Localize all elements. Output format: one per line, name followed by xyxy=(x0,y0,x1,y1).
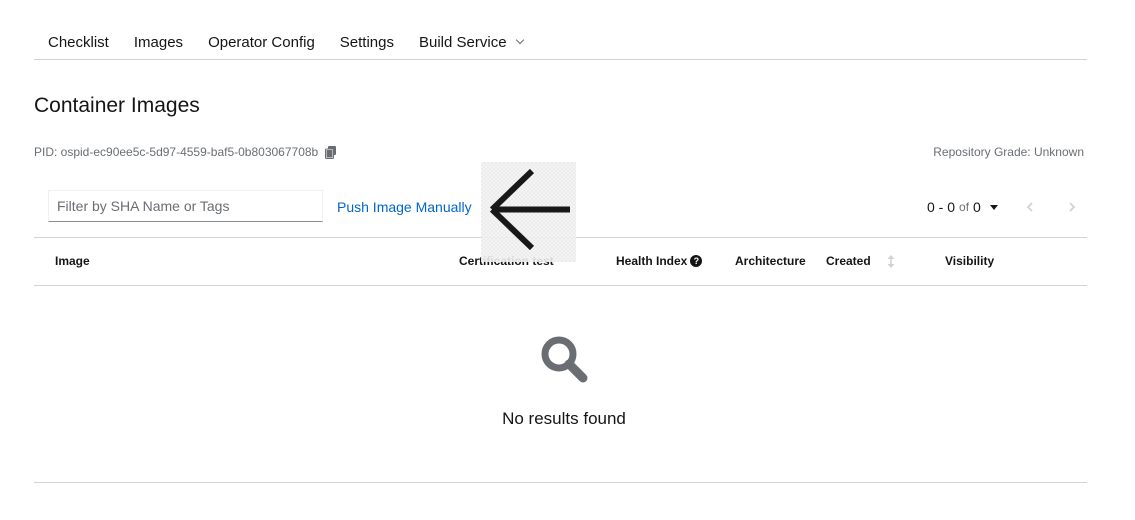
pagination-toggle[interactable]: 0 - 0 of 0 xyxy=(927,199,998,215)
push-image-link[interactable]: Push Image Manually xyxy=(337,199,472,215)
chevron-down-icon xyxy=(515,35,524,45)
column-header-health-index: Health Index ? xyxy=(616,254,703,268)
previous-page-button[interactable] xyxy=(1023,200,1037,214)
tab-bar: Checklist Images Operator Config Setting… xyxy=(34,24,1087,60)
tab-checklist[interactable]: Checklist xyxy=(48,34,109,51)
repository-grade: Repository Grade: Unknown xyxy=(933,145,1084,159)
tab-build-service-label: Build Service xyxy=(419,34,507,51)
empty-state-title: No results found xyxy=(502,409,626,428)
column-header-visibility: Visibility xyxy=(945,254,995,268)
question-circle-icon[interactable]: ? xyxy=(690,255,703,267)
caret-down-icon xyxy=(989,204,998,210)
tab-build-service[interactable]: Build Service xyxy=(419,34,524,51)
back-button[interactable] xyxy=(481,162,576,262)
sort-icon[interactable] xyxy=(887,254,895,268)
copy-icon[interactable] xyxy=(325,145,337,159)
pagination-total: 0 xyxy=(973,199,981,215)
angle-left-icon xyxy=(1026,202,1033,212)
tab-images[interactable]: Images xyxy=(134,34,183,51)
pid-text: PID: ospid-ec90ee5c-5d97-4559-baf5-0b803… xyxy=(34,145,319,159)
tab-operator-config[interactable]: Operator Config xyxy=(208,34,315,51)
empty-state: No results found xyxy=(34,285,1087,483)
pagination-range: 0 - 0 xyxy=(927,199,956,215)
column-header-image: Image xyxy=(55,254,90,268)
page-title: Container Images xyxy=(34,94,200,117)
next-page-button[interactable] xyxy=(1065,200,1079,214)
pagination-of: of xyxy=(959,200,970,214)
search-icon xyxy=(541,336,588,383)
page: Checklist Images Operator Config Setting… xyxy=(0,0,1135,520)
tab-settings[interactable]: Settings xyxy=(340,34,394,51)
created-label: Created xyxy=(826,254,871,268)
angle-right-icon xyxy=(1069,202,1076,212)
health-index-label: Health Index xyxy=(616,254,688,268)
column-header-architecture: Architecture xyxy=(735,254,806,268)
column-header-created[interactable]: Created xyxy=(826,254,895,268)
filter-input[interactable] xyxy=(48,190,323,222)
pid-row: PID: ospid-ec90ee5c-5d97-4559-baf5-0b803… xyxy=(34,145,337,159)
arrow-left-icon xyxy=(489,168,570,251)
